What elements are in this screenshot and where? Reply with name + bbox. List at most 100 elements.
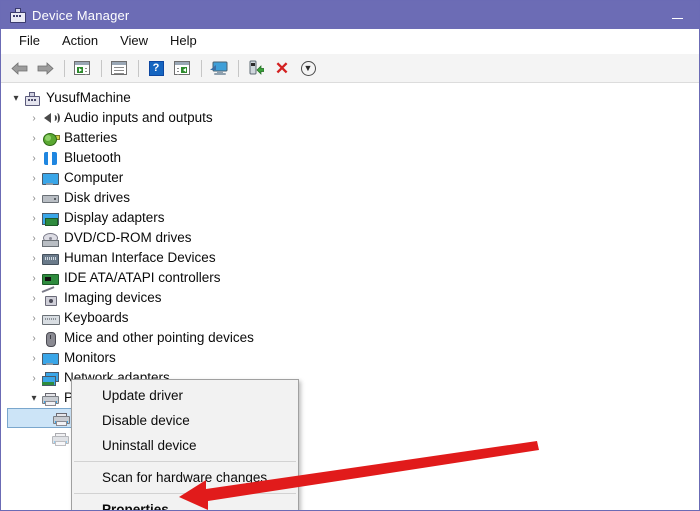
tree-item-label: DVD/CD-ROM drives — [64, 230, 192, 245]
chevron-right-icon[interactable]: › — [27, 233, 41, 244]
device-manager-window: Device Manager File Action View Help ? ✕… — [0, 0, 700, 511]
minimize-icon — [671, 17, 683, 19]
chevron-right-icon[interactable]: › — [27, 313, 41, 324]
hid-icon — [41, 250, 59, 266]
separator-3 — [138, 59, 139, 77]
chevron-right-icon[interactable]: › — [27, 353, 41, 364]
chevron-right-icon[interactable]: › — [27, 333, 41, 344]
tree-item-label: Audio inputs and outputs — [64, 110, 213, 125]
tree-item-yusufmachine[interactable]: ▾ YusufMachine — [1, 88, 699, 108]
tree-item-computer[interactable]: › Computer — [1, 168, 699, 188]
tree-item-display-adapters[interactable]: › Display adapters — [1, 208, 699, 228]
printer-icon — [51, 430, 69, 446]
speaker-icon — [41, 110, 60, 126]
chevron-right-icon[interactable]: › — [27, 173, 41, 184]
context-menu-disable-device[interactable]: Disable device — [72, 408, 298, 433]
menu-view[interactable]: View — [110, 31, 158, 51]
tree-item-disk-drives[interactable]: › Disk drives — [1, 188, 699, 208]
tree-item-ide-ata-atapi-controllers[interactable]: › IDE ATA/ATAPI controllers — [1, 268, 699, 288]
tree-item-label: Computer — [64, 170, 124, 185]
show-hide-action-pane-button[interactable] — [170, 56, 194, 80]
network-adapter-icon — [41, 370, 59, 386]
arrow-left-icon — [10, 61, 28, 75]
tree-item-dvd-cd-rom-drives[interactable]: › DVD/CD-ROM drives — [1, 228, 699, 248]
tree-item-keyboards[interactable]: › Keyboards — [1, 308, 699, 328]
menu-action[interactable]: Action — [52, 31, 108, 51]
tree-item-label: Display adapters — [64, 210, 165, 225]
window-controls — [655, 1, 699, 29]
arrow-right-icon — [37, 61, 54, 75]
separator-4 — [201, 59, 202, 77]
chevron-down-icon[interactable]: ▾ — [27, 393, 41, 404]
uninstall-device-button[interactable]: ✕ — [270, 56, 294, 80]
help-button[interactable]: ? — [144, 56, 168, 80]
window-title: Device Manager — [32, 7, 130, 23]
separator-2 — [101, 59, 102, 77]
chevron-down-icon[interactable]: ▾ — [9, 93, 23, 104]
update-driver-icon — [248, 60, 265, 76]
tree-item-monitors[interactable]: › Monitors — [1, 348, 699, 368]
update-driver-button[interactable] — [244, 56, 268, 80]
keyboard-icon — [41, 310, 60, 326]
down-arrow-circle-icon: ▼ — [300, 60, 316, 76]
menu-help[interactable]: Help — [160, 31, 207, 51]
properties-button[interactable] — [107, 56, 131, 80]
minimize-button[interactable] — [655, 1, 699, 29]
tree-item-human-interface-devices[interactable]: › Human Interface Devices — [1, 248, 699, 268]
tree-item-audio-inputs-and-outputs[interactable]: › Audio inputs and outputs — [1, 108, 699, 128]
disable-device-button[interactable]: ▼ — [296, 56, 320, 80]
monitor-icon — [41, 170, 59, 186]
chevron-right-icon[interactable]: › — [27, 133, 41, 144]
tree-item-label: YusufMachine — [46, 90, 131, 105]
chevron-right-icon[interactable]: › — [27, 113, 41, 124]
mouse-icon — [41, 330, 59, 347]
scan-for-hardware-changes-button[interactable] — [207, 56, 231, 80]
tree-item-label: IDE ATA/ATAPI controllers — [64, 270, 221, 285]
properties-window-icon — [111, 61, 127, 75]
chevron-right-icon[interactable]: › — [27, 213, 41, 224]
title-bar: Device Manager — [1, 1, 699, 29]
computer-icon — [23, 90, 41, 106]
separator-1 — [64, 59, 65, 77]
context-menu-update-driver[interactable]: Update driver — [72, 383, 298, 408]
tree-item-label: Batteries — [64, 130, 118, 145]
tree-item-label: Disk drives — [64, 190, 131, 205]
chevron-right-icon[interactable]: › — [27, 373, 41, 384]
context-menu-properties[interactable]: Properties — [72, 497, 298, 510]
ide-controller-icon — [41, 270, 59, 286]
tree-item-mice-and-other-pointing-devices[interactable]: › Mice and other pointing devices — [1, 328, 699, 348]
dvd-drive-icon — [41, 230, 59, 247]
chevron-right-icon[interactable]: › — [27, 253, 41, 264]
tree-item-label: Bluetooth — [64, 150, 122, 165]
context-menu-uninstall-device[interactable]: Uninstall device — [72, 433, 298, 458]
forward-button[interactable] — [33, 56, 57, 80]
tree-item-batteries[interactable]: › Batteries — [1, 128, 699, 148]
tree-item-label: Imaging devices — [64, 290, 162, 305]
printer-icon — [52, 410, 70, 426]
tree-item-label: Mice and other pointing devices — [64, 330, 254, 345]
chevron-right-icon[interactable]: › — [27, 293, 41, 304]
show-hide-console-tree-button[interactable] — [70, 56, 94, 80]
console-tree-icon — [74, 61, 90, 75]
context-menu-scan-for-hardware-changes[interactable]: Scan for hardware changes — [72, 465, 298, 490]
printer-icon — [41, 390, 59, 406]
separator-5 — [238, 59, 239, 77]
camera-icon — [41, 286, 59, 306]
tree-item-bluetooth[interactable]: › Bluetooth — [1, 148, 699, 168]
device-manager-icon — [9, 7, 26, 23]
chevron-right-icon[interactable]: › — [27, 193, 41, 204]
context-menu-separator-2 — [74, 493, 296, 494]
toolbar: ? ✕ ▼ — [1, 54, 699, 83]
help-question-icon: ? — [148, 60, 164, 76]
bluetooth-icon — [41, 150, 59, 166]
tree-item-imaging-devices[interactable]: › Imaging devices — [1, 286, 699, 308]
tree-item-label: Keyboards — [64, 310, 129, 325]
menu-file[interactable]: File — [9, 31, 50, 51]
red-x-icon: ✕ — [274, 58, 290, 78]
tree-item-label: Monitors — [64, 350, 116, 365]
device-context-menu[interactable]: Update driver Disable device Uninstall d… — [71, 379, 299, 510]
back-button[interactable] — [7, 56, 31, 80]
chevron-right-icon[interactable]: › — [27, 273, 41, 284]
action-pane-icon — [174, 61, 190, 75]
chevron-right-icon[interactable]: › — [27, 153, 41, 164]
